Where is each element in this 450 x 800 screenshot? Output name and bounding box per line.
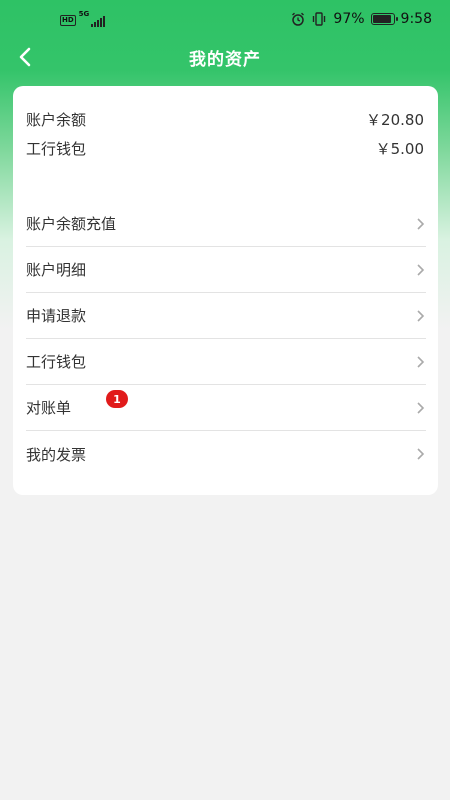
menu-item-refund[interactable]: 申请退款 [26, 293, 426, 339]
menu-item-label: 对账单 [26, 399, 72, 417]
asset-menu: 账户余额充值 账户明细 申请退款 工行钱包 对账单 1 我的发票 [26, 201, 426, 477]
status-right: 97% 9:58 [291, 11, 432, 27]
balance-label: 工行钱包 [26, 139, 87, 158]
chevron-right-icon [417, 356, 425, 368]
menu-item-account-details[interactable]: 账户明细 [26, 247, 426, 293]
balance-value: ￥5.00 [375, 139, 424, 158]
menu-item-statement[interactable]: 对账单 1 [26, 385, 426, 431]
menu-item-icbc-wallet[interactable]: 工行钱包 [26, 339, 426, 385]
balance-value: ￥20.80 [366, 110, 424, 129]
menu-item-recharge[interactable]: 账户余额充值 [26, 201, 426, 247]
balance-label: 账户余额 [26, 110, 87, 129]
page-title: 我的资产 [189, 50, 261, 70]
balance-row-account: 账户余额 ￥20.80 [26, 108, 424, 130]
menu-item-label: 账户余额充值 [26, 215, 117, 233]
chevron-right-icon [417, 218, 425, 230]
balance-row-icbc-wallet: 工行钱包 ￥5.00 [26, 137, 424, 159]
chevron-right-icon [417, 402, 425, 414]
battery-icon [370, 13, 398, 25]
menu-item-label: 我的发票 [26, 445, 87, 464]
battery-percent: 97% [333, 11, 365, 27]
battery-level [372, 15, 391, 23]
menu-item-label: 申请退款 [26, 307, 87, 325]
vibrate-icon [313, 12, 326, 26]
navigation-bar: 我的资产 [0, 38, 450, 76]
status-bar: HD 5G 97% 9:58 [0, 0, 450, 40]
notification-badge: 1 [106, 390, 128, 408]
menu-item-label: 账户明细 [26, 261, 87, 279]
clock: 9:58 [400, 11, 432, 27]
menu-item-invoices[interactable]: 我的发票 [26, 431, 426, 477]
assets-card: 账户余额 ￥20.80 工行钱包 ￥5.00 账户余额充值 账户明细 申请退款 … [13, 86, 438, 495]
chevron-right-icon [417, 448, 425, 460]
signal-icon: 5G [78, 10, 105, 27]
status-left: HD 5G [60, 10, 105, 27]
network-type: 5G [78, 10, 90, 18]
menu-item-label: 工行钱包 [26, 353, 87, 371]
hd-indicator: HD [60, 14, 76, 26]
chevron-right-icon [417, 310, 425, 322]
alarm-icon [292, 12, 305, 26]
chevron-right-icon [417, 264, 425, 276]
